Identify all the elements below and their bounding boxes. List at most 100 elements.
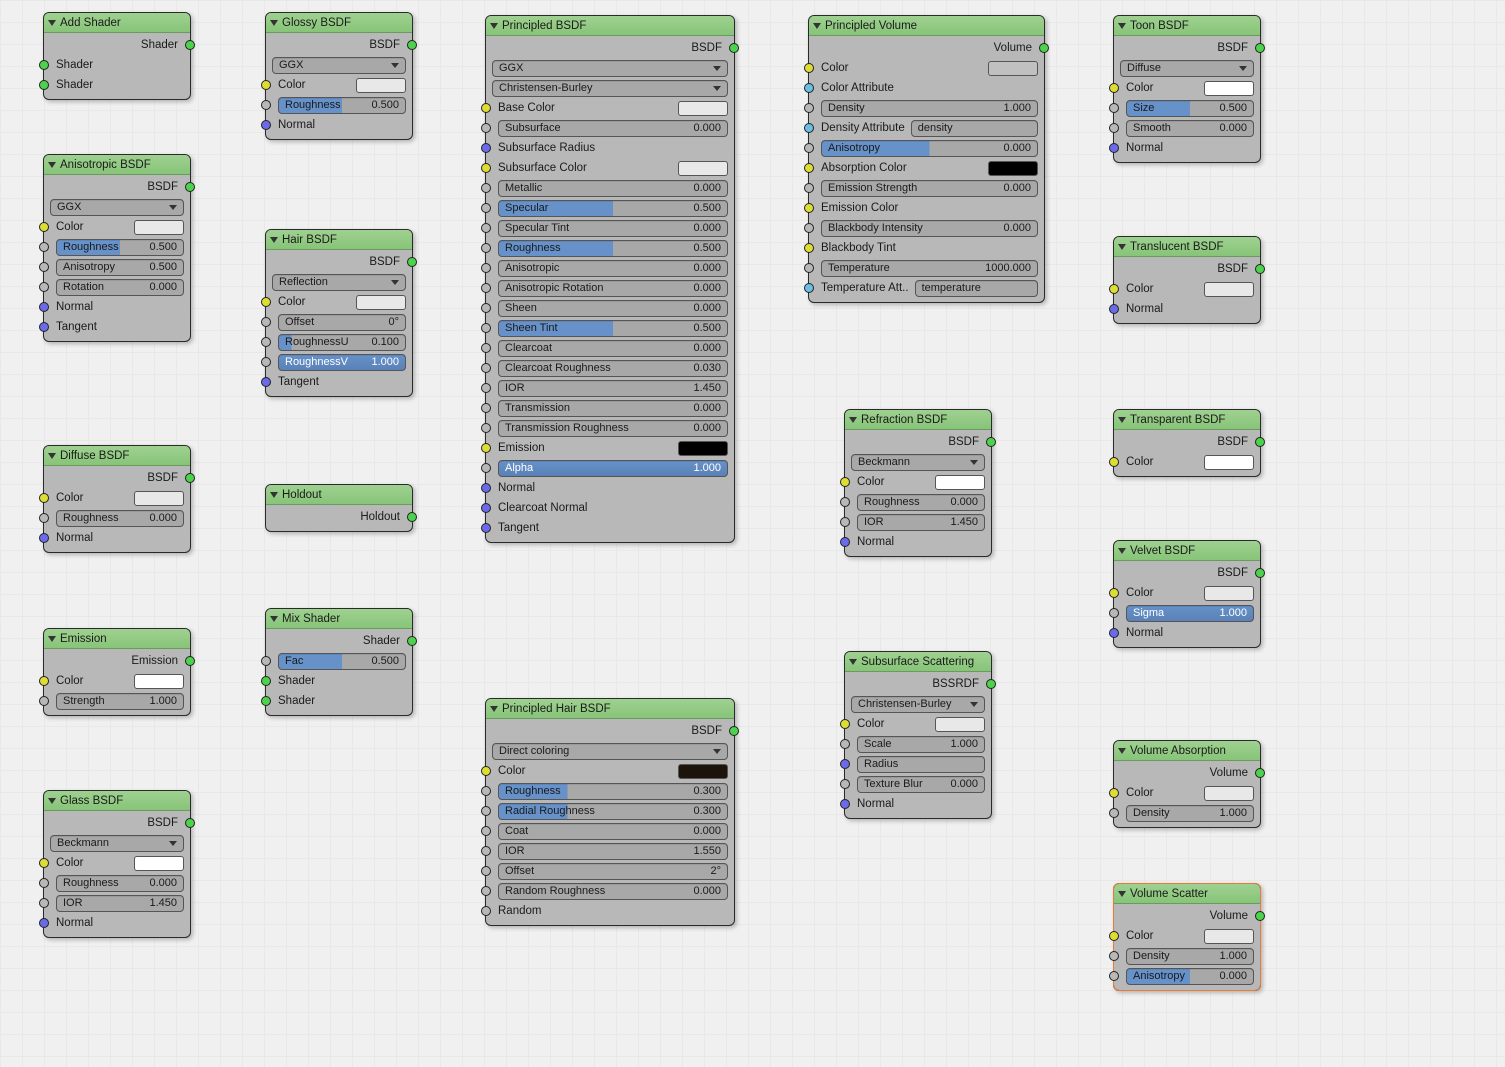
input-socket[interactable] bbox=[261, 337, 271, 347]
input-socket[interactable] bbox=[481, 263, 491, 273]
input-socket[interactable] bbox=[1109, 284, 1119, 294]
dropdown[interactable]: Direct coloring bbox=[492, 743, 728, 760]
node-header[interactable]: Principled Hair BSDF bbox=[486, 699, 734, 719]
slider[interactable]: Rotation0.000 bbox=[56, 279, 184, 296]
node-header[interactable]: Principled Volume bbox=[809, 16, 1044, 36]
collapse-icon[interactable] bbox=[270, 492, 278, 498]
input-socket[interactable] bbox=[481, 143, 491, 153]
output-socket[interactable] bbox=[1255, 437, 1265, 447]
node-phair[interactable]: Principled Hair BSDFBSDFDirect coloringC… bbox=[485, 698, 735, 926]
node-header[interactable]: Hair BSDF bbox=[266, 230, 412, 250]
input-socket[interactable] bbox=[481, 886, 491, 896]
dropdown[interactable]: Diffuse bbox=[1120, 60, 1254, 77]
input-socket[interactable] bbox=[1109, 971, 1119, 981]
output-socket[interactable] bbox=[185, 818, 195, 828]
input-socket[interactable] bbox=[481, 766, 491, 776]
slider[interactable]: IOR1.450 bbox=[56, 895, 184, 912]
node-header[interactable]: Subsurface Scattering bbox=[845, 652, 991, 672]
node-header[interactable]: Mix Shader bbox=[266, 609, 412, 629]
input-socket[interactable] bbox=[804, 223, 814, 233]
collapse-icon[interactable] bbox=[1118, 748, 1126, 754]
color-swatch[interactable] bbox=[134, 856, 184, 871]
input-socket[interactable] bbox=[261, 120, 271, 130]
slider[interactable]: Anisotropic Rotation0.000 bbox=[498, 280, 728, 297]
input-socket[interactable] bbox=[804, 123, 814, 133]
input-socket[interactable] bbox=[1109, 304, 1119, 314]
input-socket[interactable] bbox=[840, 719, 850, 729]
slider[interactable]: Radial Roughness0.300 bbox=[498, 803, 728, 820]
node-toon[interactable]: Toon BSDFBSDFDiffuseColorSize0.500Smooth… bbox=[1113, 15, 1261, 163]
slider[interactable]: Emission Strength0.000 bbox=[821, 180, 1038, 197]
color-swatch[interactable] bbox=[356, 295, 406, 310]
dropdown[interactable]: Reflection bbox=[272, 274, 406, 291]
color-swatch[interactable] bbox=[134, 491, 184, 506]
slider[interactable]: Smooth0.000 bbox=[1126, 120, 1254, 137]
slider[interactable]: Anisotropy0.500 bbox=[56, 259, 184, 276]
input-socket[interactable] bbox=[39, 918, 49, 928]
input-socket[interactable] bbox=[804, 83, 814, 93]
slider[interactable]: Anisotropy0.000 bbox=[821, 140, 1038, 157]
node-header[interactable]: Transparent BSDF bbox=[1114, 410, 1260, 430]
slider[interactable]: Coat0.000 bbox=[498, 823, 728, 840]
input-socket[interactable] bbox=[804, 263, 814, 273]
input-socket[interactable] bbox=[481, 343, 491, 353]
slider[interactable]: Offset2° bbox=[498, 863, 728, 880]
collapse-icon[interactable] bbox=[1118, 891, 1126, 897]
collapse-icon[interactable] bbox=[270, 237, 278, 243]
slider[interactable]: Sheen Tint0.500 bbox=[498, 320, 728, 337]
input-socket[interactable] bbox=[39, 262, 49, 272]
node-header[interactable]: Volume Scatter bbox=[1114, 884, 1260, 904]
input-socket[interactable] bbox=[39, 242, 49, 252]
output-socket[interactable] bbox=[1255, 911, 1265, 921]
node-vabs[interactable]: Volume AbsorptionVolumeColorDensity1.000 bbox=[1113, 740, 1261, 828]
input-socket[interactable] bbox=[1109, 457, 1119, 467]
node-header[interactable]: Velvet BSDF bbox=[1114, 541, 1260, 561]
collapse-icon[interactable] bbox=[849, 417, 857, 423]
color-swatch[interactable] bbox=[1204, 81, 1254, 96]
slider[interactable]: Anisotropic0.000 bbox=[498, 260, 728, 277]
output-socket[interactable] bbox=[729, 726, 739, 736]
slider[interactable]: Strength1.000 bbox=[56, 693, 184, 710]
output-socket[interactable] bbox=[185, 473, 195, 483]
collapse-icon[interactable] bbox=[270, 616, 278, 622]
input-socket[interactable] bbox=[39, 898, 49, 908]
input-socket[interactable] bbox=[261, 696, 271, 706]
output-socket[interactable] bbox=[1039, 43, 1049, 53]
slider[interactable]: Roughness0.500 bbox=[498, 240, 728, 257]
slider[interactable]: Anisotropy0.000 bbox=[1126, 968, 1254, 985]
color-swatch[interactable] bbox=[935, 475, 985, 490]
input-socket[interactable] bbox=[1109, 123, 1119, 133]
collapse-icon[interactable] bbox=[48, 798, 56, 804]
output-socket[interactable] bbox=[407, 636, 417, 646]
input-socket[interactable] bbox=[481, 403, 491, 413]
slider[interactable]: Roughness0.000 bbox=[56, 875, 184, 892]
node-header[interactable]: Refraction BSDF bbox=[845, 410, 991, 430]
input-socket[interactable] bbox=[39, 858, 49, 868]
slider[interactable]: Temperature1000.000 bbox=[821, 260, 1038, 277]
input-socket[interactable] bbox=[840, 779, 850, 789]
collapse-icon[interactable] bbox=[1118, 417, 1126, 423]
node-header[interactable]: Glass BSDF bbox=[44, 791, 190, 811]
input-socket[interactable] bbox=[261, 377, 271, 387]
input-socket[interactable] bbox=[481, 103, 491, 113]
input-socket[interactable] bbox=[261, 357, 271, 367]
input-socket[interactable] bbox=[261, 676, 271, 686]
collapse-icon[interactable] bbox=[1118, 244, 1126, 250]
input-socket[interactable] bbox=[840, 537, 850, 547]
output-socket[interactable] bbox=[407, 40, 417, 50]
input-socket[interactable] bbox=[481, 203, 491, 213]
output-socket[interactable] bbox=[986, 437, 996, 447]
input-socket[interactable] bbox=[481, 303, 491, 313]
input-socket[interactable] bbox=[39, 676, 49, 686]
input-socket[interactable] bbox=[1109, 951, 1119, 961]
collapse-icon[interactable] bbox=[48, 20, 56, 26]
output-socket[interactable] bbox=[1255, 568, 1265, 578]
slider[interactable]: Scale1.000 bbox=[857, 736, 985, 753]
color-swatch[interactable] bbox=[1204, 586, 1254, 601]
slider[interactable]: Roughness0.300 bbox=[498, 783, 728, 800]
slider[interactable]: Transmission Roughness0.000 bbox=[498, 420, 728, 437]
input-socket[interactable] bbox=[481, 906, 491, 916]
input-socket[interactable] bbox=[39, 222, 49, 232]
output-socket[interactable] bbox=[185, 182, 195, 192]
color-swatch[interactable] bbox=[678, 764, 728, 779]
